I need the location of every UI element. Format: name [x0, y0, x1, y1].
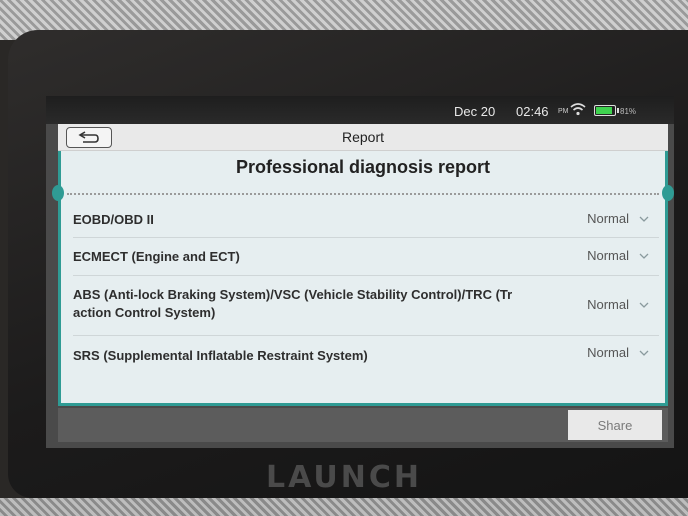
status-battery: 81%: [620, 107, 637, 116]
row-status: Normal: [587, 345, 629, 360]
status-bar: Dec 20 02:46 PM 81%: [46, 96, 674, 124]
report-row[interactable]: ABS (Anti-lock Braking System)/VSC (Vehi…: [73, 275, 659, 336]
brand-logo: LAUNCH: [265, 460, 422, 495]
row-label: ABS (Anti-lock Braking System)/VSC (Vehi…: [73, 287, 513, 320]
battery-icon: [594, 105, 619, 116]
status-date: Dec 20: [454, 104, 496, 119]
footer-bar: Share: [58, 408, 668, 442]
report-panel: Professional diagnosis report EOBD/OBD I…: [52, 151, 674, 406]
report-row[interactable]: EOBD/OBD II Normal: [73, 199, 659, 238]
status-ampm: PM: [558, 108, 569, 115]
chevron-down-icon: [639, 216, 649, 222]
row-status: Normal: [587, 211, 629, 226]
chevron-down-icon: [639, 253, 649, 259]
title-bar: Report: [58, 124, 668, 151]
chevron-down-icon: [639, 302, 649, 308]
wifi-icon: [570, 103, 586, 116]
report-heading: Professional diagnosis report: [235, 157, 491, 177]
row-status: Normal: [587, 297, 629, 312]
panel-notch-left: [52, 185, 64, 201]
chevron-down-icon: [639, 350, 649, 356]
row-label: ECMECT (Engine and ECT): [73, 249, 240, 264]
panel-notch-right: [662, 185, 674, 201]
row-label: SRS (Supplemental Inflatable Restraint S…: [73, 348, 368, 363]
share-button[interactable]: Share: [568, 410, 662, 440]
background-surface-bottom: [0, 498, 688, 516]
report-row[interactable]: ECMECT (Engine and ECT) Normal: [73, 237, 659, 276]
status-time: 02:46: [516, 104, 549, 119]
report-row[interactable]: SRS (Supplemental Inflatable Restraint S…: [73, 335, 659, 375]
device-screen: Dec 20 02:46 PM 81% Report Professional …: [46, 96, 674, 448]
row-label: EOBD/OBD II: [73, 212, 154, 227]
divider: [67, 193, 659, 195]
row-status: Normal: [587, 248, 629, 263]
page-title: Report: [341, 129, 385, 145]
